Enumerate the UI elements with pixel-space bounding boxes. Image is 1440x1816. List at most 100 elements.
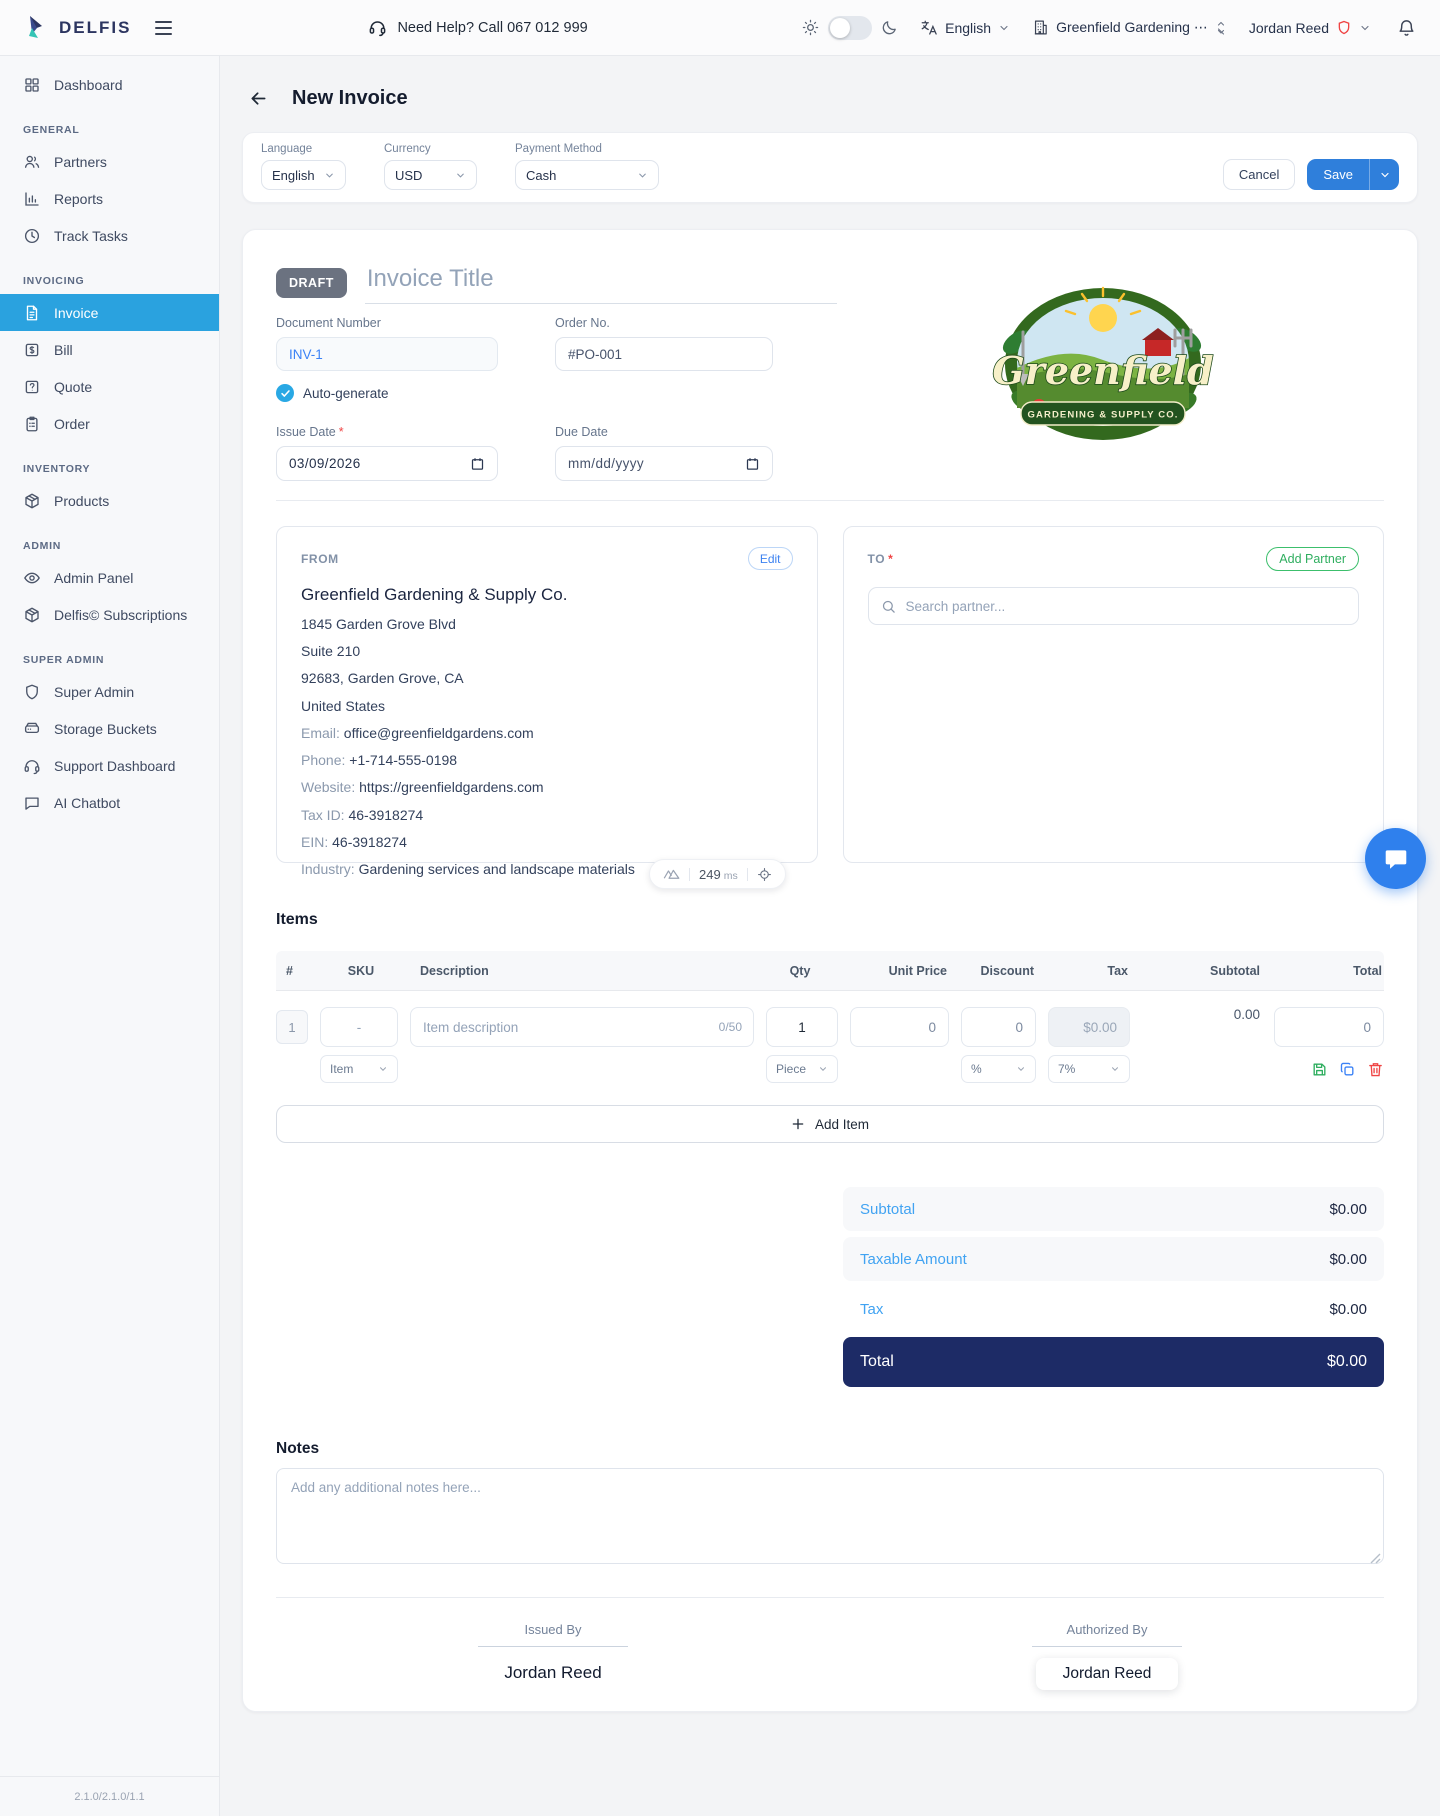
tax-rate-select[interactable]: 7% <box>1048 1055 1130 1083</box>
issue-date-field: Issue Date * 03/09/2026 <box>276 425 498 481</box>
item-qty-input[interactable] <box>766 1007 838 1047</box>
sidebar-item-admin-panel[interactable]: Admin Panel <box>0 559 219 596</box>
item-discount-input[interactable] <box>961 1007 1036 1047</box>
due-date-input[interactable]: mm/dd/yyyy <box>555 446 773 481</box>
package-icon <box>25 493 39 508</box>
sidebar-item-label: Invoice <box>54 304 99 321</box>
sidebar-item-label: Super Admin <box>54 683 135 700</box>
from-ein: EIN: 46-3918274 <box>301 833 407 850</box>
sidebar-item-dashboard[interactable]: Dashboard <box>0 66 219 103</box>
save-button[interactable]: Save <box>1307 159 1399 190</box>
grand-total-label: Total <box>860 1353 894 1370</box>
taxable-amount-row: Taxable Amount $0.00 <box>843 1237 1384 1281</box>
from-address-line: United States <box>301 697 386 714</box>
duplicate-item-button[interactable] <box>1339 1061 1356 1078</box>
sidebar-item-label: Reports <box>54 190 104 207</box>
topbar: DELFIS Need Help? Call 067 012 999 Engli… <box>0 0 1440 56</box>
chevron-down-icon <box>1361 25 1369 30</box>
locate-icon[interactable] <box>757 867 772 882</box>
notes-textarea[interactable] <box>276 1468 1384 1564</box>
discount-unit-select[interactable]: % <box>961 1055 1036 1083</box>
chevron-down-icon <box>1380 172 1389 177</box>
brand-logo[interactable]: DELFIS <box>24 14 131 42</box>
notifications-bell-icon[interactable] <box>1397 18 1416 38</box>
sidebar-item-storage-buckets[interactable]: Storage Buckets <box>0 710 219 747</box>
item-row-actions <box>1274 1061 1384 1078</box>
sidebar-item-products[interactable]: Products <box>0 482 219 519</box>
language-selector[interactable]: English <box>920 19 1010 37</box>
order-no-input[interactable] <box>555 337 773 371</box>
sidebar-item-label: Storage Buckets <box>54 720 157 737</box>
sidebar-item-subscriptions[interactable]: Delfis© Subscriptions <box>0 596 219 633</box>
chevron-down-icon <box>457 173 464 178</box>
sidebar-item-support-dashboard[interactable]: Support Dashboard <box>0 747 219 784</box>
clock-icon <box>24 228 40 243</box>
col-subtotal: Subtotal <box>1210 963 1260 978</box>
item-index: 1 <box>276 1010 308 1044</box>
sidebar-item-order[interactable]: Order <box>0 405 219 442</box>
from-website: Website: https://greenfieldgardens.com <box>301 779 544 796</box>
save-item-button[interactable] <box>1311 1061 1328 1078</box>
latency-indicator: 249 ms <box>649 859 786 889</box>
auto-generate-label: Auto-generate <box>303 385 389 401</box>
sidebar-item-label: Bill <box>54 341 73 358</box>
payment-method-label: Payment Method <box>515 143 602 155</box>
cancel-button[interactable]: Cancel <box>1222 159 1296 190</box>
company-selector[interactable]: Greenfield Gardening ⋯ <box>1032 19 1227 36</box>
arrow-left-icon <box>251 91 265 105</box>
sidebar-item-label: Admin Panel <box>54 569 134 586</box>
item-unit-price-input[interactable] <box>850 1007 949 1047</box>
save-dropdown-caret[interactable] <box>1369 159 1399 190</box>
partner-search <box>867 587 1359 625</box>
from-address-line: Suite 210 <box>301 643 361 660</box>
item-description-input[interactable] <box>410 1007 754 1047</box>
theme-toggle[interactable] <box>828 15 873 40</box>
chevron-down-icon <box>1112 1067 1118 1071</box>
currency-field: Currency USD <box>384 143 477 190</box>
language-select[interactable]: English <box>261 160 346 190</box>
item-unit-select[interactable]: Piece <box>766 1055 838 1083</box>
partner-search-input[interactable] <box>905 598 1346 614</box>
issue-date-input[interactable]: 03/09/2026 <box>276 446 498 481</box>
company-name: Greenfield Gardening ⋯ <box>1056 19 1208 35</box>
to-card: TO * Add Partner <box>842 526 1384 863</box>
chat-fab-button[interactable] <box>1365 828 1426 889</box>
delete-item-button[interactable] <box>1367 1061 1384 1078</box>
currency-select[interactable]: USD <box>384 160 477 190</box>
invoice-title-input[interactable] <box>364 262 837 304</box>
sidebar-item-ai-chatbot[interactable]: AI Chatbot <box>0 784 219 821</box>
col-unit-price: Unit Price <box>888 963 947 978</box>
logo-script-name: Greenfield <box>992 348 1213 393</box>
user-menu[interactable]: Jordan Reed <box>1249 19 1371 36</box>
payment-method-field: Payment Method Cash <box>515 143 659 190</box>
back-button[interactable] <box>242 82 274 114</box>
auto-generate-checkbox[interactable]: Auto-generate <box>276 384 498 402</box>
sidebar-item-invoice[interactable]: Invoice <box>0 294 219 331</box>
sidebar-item-track-tasks[interactable]: Track Tasks <box>0 217 219 254</box>
sidebar-item-partners[interactable]: Partners <box>0 143 219 180</box>
item-type-value: Item <box>330 1062 354 1076</box>
sidebar-item-bill[interactable]: Bill <box>0 331 219 368</box>
authorized-by-name[interactable]: Jordan Reed <box>1035 1658 1179 1690</box>
sidebar: Dashboard GENERAL Partners Reports Track… <box>0 56 220 1816</box>
sidebar-item-reports[interactable]: Reports <box>0 180 219 217</box>
subtotal-label: Subtotal <box>860 1200 916 1218</box>
currency-label: Currency <box>384 143 431 155</box>
chevron-down-icon <box>326 173 333 178</box>
item-type-select[interactable]: Item <box>320 1055 398 1083</box>
sidebar-item-quote[interactable]: Quote <box>0 368 219 405</box>
edit-from-button[interactable]: Edit <box>747 547 793 570</box>
calendar-icon <box>746 458 759 470</box>
menu-icon[interactable] <box>155 20 173 35</box>
chevron-down-icon <box>820 1067 826 1071</box>
payment-method-select[interactable]: Cash <box>515 160 659 190</box>
language-field: Language English <box>261 143 346 190</box>
invoice-file-icon <box>26 305 38 320</box>
add-item-button[interactable]: Add Item <box>276 1105 1384 1143</box>
add-partner-button[interactable]: Add Partner <box>1266 547 1359 571</box>
document-number-input[interactable] <box>276 337 498 371</box>
activity-icon <box>663 869 680 879</box>
item-total-input[interactable] <box>1274 1007 1384 1047</box>
item-sku-input[interactable] <box>320 1007 398 1047</box>
sidebar-item-super-admin[interactable]: Super Admin <box>0 673 219 710</box>
